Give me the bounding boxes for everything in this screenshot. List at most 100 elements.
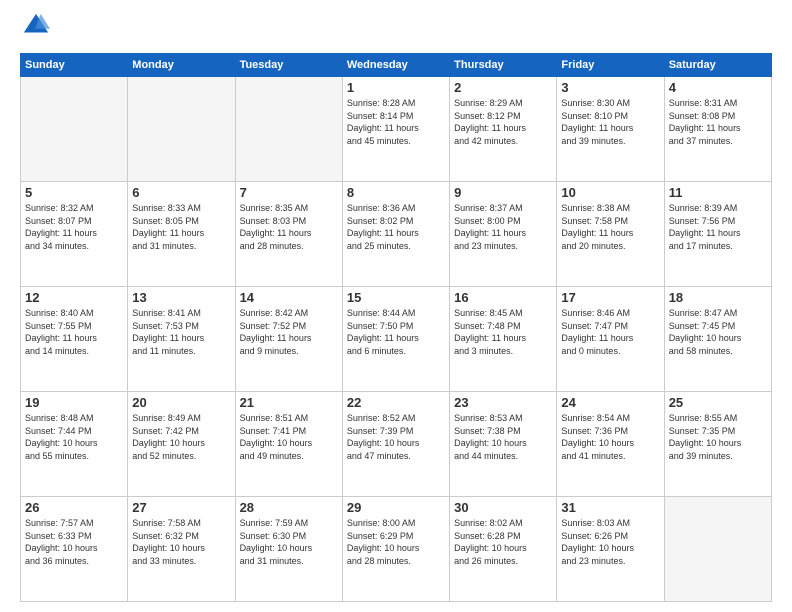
day-cell: 21 Sunrise: 8:51 AM Sunset: 7:41 PM Dayli… xyxy=(235,392,342,497)
day-info: Sunrise: 8:49 AM Sunset: 7:42 PM Dayligh… xyxy=(132,412,230,462)
day-number: 27 xyxy=(132,500,230,515)
day-cell: 11 Sunrise: 8:39 AM Sunset: 7:56 PM Dayli… xyxy=(664,182,771,287)
day-number: 23 xyxy=(454,395,552,410)
day-number: 31 xyxy=(561,500,659,515)
day-info: Sunrise: 8:42 AM Sunset: 7:52 PM Dayligh… xyxy=(240,307,338,357)
day-cell: 9Sunrise: 8:37 AM Sunset: 8:00 PM Daylig… xyxy=(450,182,557,287)
day-cell: 10 Sunrise: 8:38 AM Sunset: 7:58 PM Dayli… xyxy=(557,182,664,287)
header xyxy=(20,16,772,45)
day-cell: 5 Sunrise: 8:32 AM Sunset: 8:07 PM Daylig… xyxy=(21,182,128,287)
day-number: 12 xyxy=(25,290,123,305)
day-cell: 25 Sunrise: 8:55 AM Sunset: 7:35 PM Dayli… xyxy=(664,392,771,497)
day-cell: 13 Sunrise: 8:41 AM Sunset: 7:53 PM Dayli… xyxy=(128,287,235,392)
day-info: Sunrise: 8:40 AM Sunset: 7:55 PM Dayligh… xyxy=(25,307,123,357)
day-cell: 26Sunrise: 7:57 AM Sunset: 6:33 PM Dayli… xyxy=(21,497,128,602)
day-number: 8 xyxy=(347,185,445,200)
day-info: Sunrise: 8:30 AM Sunset: 8:10 PM Dayligh… xyxy=(561,97,659,147)
day-cell: 7 Sunrise: 8:35 AM Sunset: 8:03 PM Daylig… xyxy=(235,182,342,287)
day-number: 7 xyxy=(240,185,338,200)
day-info: Sunrise: 8:52 AM Sunset: 7:39 PM Dayligh… xyxy=(347,412,445,462)
week-row-5: 26Sunrise: 7:57 AM Sunset: 6:33 PM Dayli… xyxy=(21,497,772,602)
day-number: 25 xyxy=(669,395,767,410)
day-cell xyxy=(664,497,771,602)
day-info: Sunrise: 8:33 AM Sunset: 8:05 PM Dayligh… xyxy=(132,202,230,252)
day-cell: 18 Sunrise: 8:47 AM Sunset: 7:45 PM Dayli… xyxy=(664,287,771,392)
day-number: 2 xyxy=(454,80,552,95)
day-info: Sunrise: 8:36 AM Sunset: 8:02 PM Dayligh… xyxy=(347,202,445,252)
day-info: Sunrise: 8:53 AM Sunset: 7:38 PM Dayligh… xyxy=(454,412,552,462)
day-number: 4 xyxy=(669,80,767,95)
day-number: 3 xyxy=(561,80,659,95)
day-number: 18 xyxy=(669,290,767,305)
day-info: Sunrise: 8:00 AM Sunset: 6:29 PM Dayligh… xyxy=(347,517,445,567)
day-cell: 19Sunrise: 8:48 AM Sunset: 7:44 PM Dayli… xyxy=(21,392,128,497)
day-number: 11 xyxy=(669,185,767,200)
weekday-header-row: Sunday Monday Tuesday Wednesday Thursday… xyxy=(21,54,772,77)
day-info: Sunrise: 8:41 AM Sunset: 7:53 PM Dayligh… xyxy=(132,307,230,357)
day-cell xyxy=(128,77,235,182)
day-number: 5 xyxy=(25,185,123,200)
day-cell: 20 Sunrise: 8:49 AM Sunset: 7:42 PM Dayli… xyxy=(128,392,235,497)
calendar-table: Sunday Monday Tuesday Wednesday Thursday… xyxy=(20,53,772,602)
logo-icon xyxy=(22,12,50,40)
day-info: Sunrise: 8:03 AM Sunset: 6:26 PM Dayligh… xyxy=(561,517,659,567)
day-cell: 1Sunrise: 8:28 AM Sunset: 8:14 PM Daylig… xyxy=(342,77,449,182)
day-info: Sunrise: 8:31 AM Sunset: 8:08 PM Dayligh… xyxy=(669,97,767,147)
day-number: 24 xyxy=(561,395,659,410)
day-number: 20 xyxy=(132,395,230,410)
day-info: Sunrise: 8:02 AM Sunset: 6:28 PM Dayligh… xyxy=(454,517,552,567)
day-cell: 29 Sunrise: 8:00 AM Sunset: 6:29 PM Dayli… xyxy=(342,497,449,602)
day-cell xyxy=(235,77,342,182)
week-row-4: 19Sunrise: 8:48 AM Sunset: 7:44 PM Dayli… xyxy=(21,392,772,497)
day-number: 19 xyxy=(25,395,123,410)
day-info: Sunrise: 8:32 AM Sunset: 8:07 PM Dayligh… xyxy=(25,202,123,252)
day-info: Sunrise: 7:59 AM Sunset: 6:30 PM Dayligh… xyxy=(240,517,338,567)
day-info: Sunrise: 8:38 AM Sunset: 7:58 PM Dayligh… xyxy=(561,202,659,252)
day-cell: 31 Sunrise: 8:03 AM Sunset: 6:26 PM Dayli… xyxy=(557,497,664,602)
week-row-2: 5 Sunrise: 8:32 AM Sunset: 8:07 PM Daylig… xyxy=(21,182,772,287)
day-cell: 4 Sunrise: 8:31 AM Sunset: 8:08 PM Daylig… xyxy=(664,77,771,182)
day-number: 14 xyxy=(240,290,338,305)
day-number: 21 xyxy=(240,395,338,410)
day-info: Sunrise: 8:46 AM Sunset: 7:47 PM Dayligh… xyxy=(561,307,659,357)
day-number: 6 xyxy=(132,185,230,200)
day-number: 13 xyxy=(132,290,230,305)
header-thursday: Thursday xyxy=(450,54,557,77)
day-cell: 8 Sunrise: 8:36 AM Sunset: 8:02 PM Daylig… xyxy=(342,182,449,287)
day-info: Sunrise: 8:29 AM Sunset: 8:12 PM Dayligh… xyxy=(454,97,552,147)
day-info: Sunrise: 8:51 AM Sunset: 7:41 PM Dayligh… xyxy=(240,412,338,462)
header-tuesday: Tuesday xyxy=(235,54,342,77)
day-info: Sunrise: 8:28 AM Sunset: 8:14 PM Dayligh… xyxy=(347,97,445,147)
day-cell: 12 Sunrise: 8:40 AM Sunset: 7:55 PM Dayli… xyxy=(21,287,128,392)
day-cell: 30 Sunrise: 8:02 AM Sunset: 6:28 PM Dayli… xyxy=(450,497,557,602)
day-info: Sunrise: 8:39 AM Sunset: 7:56 PM Dayligh… xyxy=(669,202,767,252)
header-saturday: Saturday xyxy=(664,54,771,77)
day-cell: 22 Sunrise: 8:52 AM Sunset: 7:39 PM Dayli… xyxy=(342,392,449,497)
day-number: 22 xyxy=(347,395,445,410)
day-info: Sunrise: 8:55 AM Sunset: 7:35 PM Dayligh… xyxy=(669,412,767,462)
day-info: Sunrise: 7:57 AM Sunset: 6:33 PM Dayligh… xyxy=(25,517,123,567)
week-row-1: 1Sunrise: 8:28 AM Sunset: 8:14 PM Daylig… xyxy=(21,77,772,182)
day-cell: 14 Sunrise: 8:42 AM Sunset: 7:52 PM Dayli… xyxy=(235,287,342,392)
day-cell: 24 Sunrise: 8:54 AM Sunset: 7:36 PM Dayli… xyxy=(557,392,664,497)
day-info: Sunrise: 8:47 AM Sunset: 7:45 PM Dayligh… xyxy=(669,307,767,357)
day-cell: 15Sunrise: 8:44 AM Sunset: 7:50 PM Dayli… xyxy=(342,287,449,392)
day-info: Sunrise: 8:54 AM Sunset: 7:36 PM Dayligh… xyxy=(561,412,659,462)
header-friday: Friday xyxy=(557,54,664,77)
day-cell: 3 Sunrise: 8:30 AM Sunset: 8:10 PM Daylig… xyxy=(557,77,664,182)
header-wednesday: Wednesday xyxy=(342,54,449,77)
page: Sunday Monday Tuesday Wednesday Thursday… xyxy=(0,0,792,612)
day-number: 29 xyxy=(347,500,445,515)
day-number: 15 xyxy=(347,290,445,305)
day-cell xyxy=(21,77,128,182)
header-sunday: Sunday xyxy=(21,54,128,77)
day-info: Sunrise: 7:58 AM Sunset: 6:32 PM Dayligh… xyxy=(132,517,230,567)
week-row-3: 12 Sunrise: 8:40 AM Sunset: 7:55 PM Dayli… xyxy=(21,287,772,392)
day-info: Sunrise: 8:35 AM Sunset: 8:03 PM Dayligh… xyxy=(240,202,338,252)
day-number: 30 xyxy=(454,500,552,515)
header-monday: Monday xyxy=(128,54,235,77)
day-number: 10 xyxy=(561,185,659,200)
day-number: 9 xyxy=(454,185,552,200)
day-cell: 6 Sunrise: 8:33 AM Sunset: 8:05 PM Daylig… xyxy=(128,182,235,287)
day-cell: 16Sunrise: 8:45 AM Sunset: 7:48 PM Dayli… xyxy=(450,287,557,392)
